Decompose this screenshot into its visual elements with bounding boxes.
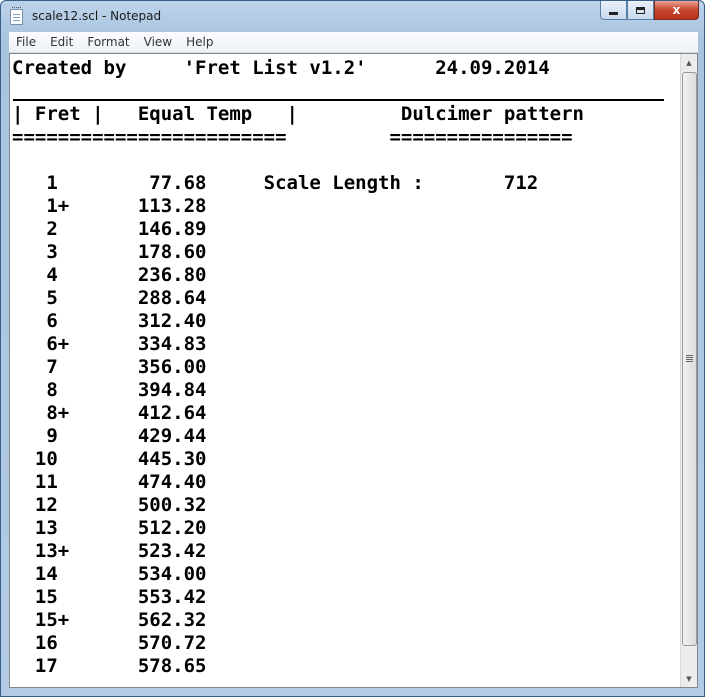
window-title: scale12.scl - Notepad bbox=[32, 9, 162, 23]
text-line: 3 178.60 bbox=[12, 241, 207, 263]
text-line: 14 534.00 bbox=[12, 563, 207, 585]
text-line: 13+ 523.42 bbox=[12, 540, 207, 562]
text-line: 17 578.65 bbox=[12, 655, 207, 677]
text-line: 8 394.84 bbox=[12, 379, 207, 401]
text-line: 6 312.40 bbox=[12, 310, 207, 332]
text-line: 15 553.42 bbox=[12, 586, 207, 608]
text-line: 11 474.40 bbox=[12, 471, 207, 493]
text-line bbox=[12, 149, 584, 172]
text-line: ======================== ===============… bbox=[12, 126, 573, 148]
up-arrow-icon: ▲ bbox=[686, 58, 692, 67]
document-text[interactable]: Created by 'Fret List v1.2' 24.09.2014 | … bbox=[12, 57, 584, 678]
text-line: | Fret | Equal Temp | Dulcimer pattern bbox=[12, 103, 584, 125]
text-line: 12 500.32 bbox=[12, 494, 207, 516]
close-button[interactable]: x bbox=[654, 1, 699, 20]
notepad-icon[interactable] bbox=[10, 7, 23, 25]
notepad-window: scale12.scl - Notepad x File Edit Format… bbox=[0, 0, 705, 697]
text-line: 10 445.30 bbox=[12, 448, 207, 470]
text-line: 1+ 113.28 bbox=[12, 195, 207, 217]
text-editor[interactable]: Created by 'Fret List v1.2' 24.09.2014 | … bbox=[9, 53, 698, 688]
close-icon: x bbox=[672, 3, 681, 17]
text-line: 6+ 334.83 bbox=[12, 333, 207, 355]
caption-buttons: x bbox=[600, 1, 699, 21]
scroll-up-button[interactable]: ▲ bbox=[681, 54, 697, 71]
maximize-icon bbox=[636, 6, 645, 14]
vertical-scrollbar[interactable]: ▲ ▼ bbox=[680, 54, 697, 687]
scroll-down-button[interactable]: ▼ bbox=[681, 670, 697, 687]
title-bar[interactable]: scale12.scl - Notepad x bbox=[1, 1, 704, 32]
text-line: 2 146.89 bbox=[12, 218, 207, 240]
menu-format[interactable]: Format bbox=[80, 32, 136, 52]
text-line: Created by 'Fret List v1.2' 24.09.2014 bbox=[12, 57, 550, 79]
text-line: 7 356.00 bbox=[12, 356, 207, 378]
minimize-button[interactable] bbox=[600, 1, 627, 20]
text-line: 1 77.68 Scale Length : 712 bbox=[12, 172, 539, 194]
text-line: 15+ 562.32 bbox=[12, 609, 207, 631]
text-line: 4 236.80 bbox=[12, 264, 207, 286]
text-line: 8+ 412.64 bbox=[12, 402, 207, 424]
text-line: 5 288.64 bbox=[12, 287, 207, 309]
text-line bbox=[12, 80, 584, 103]
text-line: 13 512.20 bbox=[12, 517, 207, 539]
menu-view[interactable]: View bbox=[137, 32, 179, 52]
maximize-button[interactable] bbox=[627, 1, 654, 20]
menu-help[interactable]: Help bbox=[179, 32, 220, 52]
menu-bar: File Edit Format View Help bbox=[9, 32, 698, 53]
text-line: 9 429.44 bbox=[12, 425, 207, 447]
menu-edit[interactable]: Edit bbox=[43, 32, 80, 52]
grip-icon bbox=[686, 355, 693, 362]
menu-file[interactable]: File bbox=[9, 32, 43, 52]
minimize-icon bbox=[609, 11, 618, 15]
down-arrow-icon: ▼ bbox=[686, 674, 692, 683]
text-line: 16 570.72 bbox=[12, 632, 207, 654]
scroll-thumb[interactable] bbox=[682, 72, 697, 646]
